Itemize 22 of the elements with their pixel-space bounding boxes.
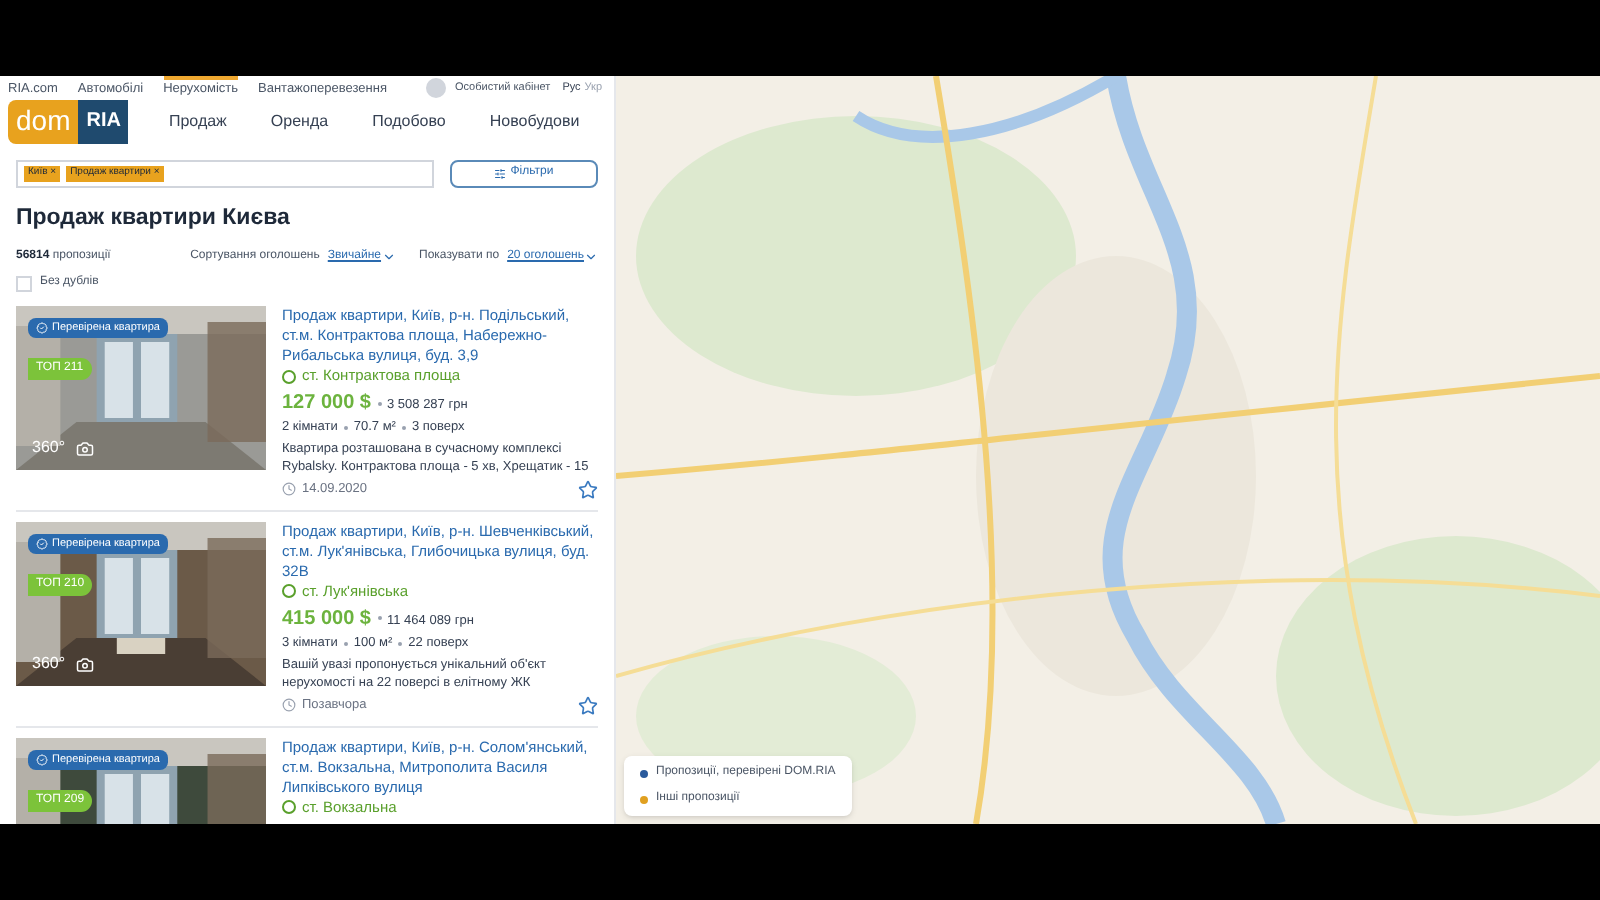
camera-icon <box>76 440 94 458</box>
camera-icon <box>76 655 94 674</box>
nav-link[interactable]: Оренда <box>270 109 329 134</box>
metro-icon <box>282 584 296 599</box>
nav-link[interactable]: Продаж <box>168 109 227 134</box>
metro-icon <box>282 800 296 814</box>
clock-icon <box>282 698 296 712</box>
checkbox[interactable] <box>16 275 32 291</box>
star-icon[interactable] <box>578 695 598 715</box>
filter-icon <box>494 167 507 180</box>
caret-icon <box>584 250 598 264</box>
panorama-label: 360° <box>32 651 66 676</box>
star-icon[interactable] <box>578 479 598 500</box>
nav-link[interactable]: Подобово <box>372 109 446 134</box>
nav-link[interactable]: Новобудови <box>489 109 580 134</box>
panorama-label: 360° <box>32 436 66 460</box>
caret-icon <box>381 250 396 264</box>
metro-icon <box>282 369 296 383</box>
clock-icon <box>282 482 296 497</box>
price: 127 000 $ <box>282 390 371 418</box>
price: 415 000 $ <box>282 605 371 634</box>
page-heading: Продаж квартири Києва <box>14 203 292 234</box>
